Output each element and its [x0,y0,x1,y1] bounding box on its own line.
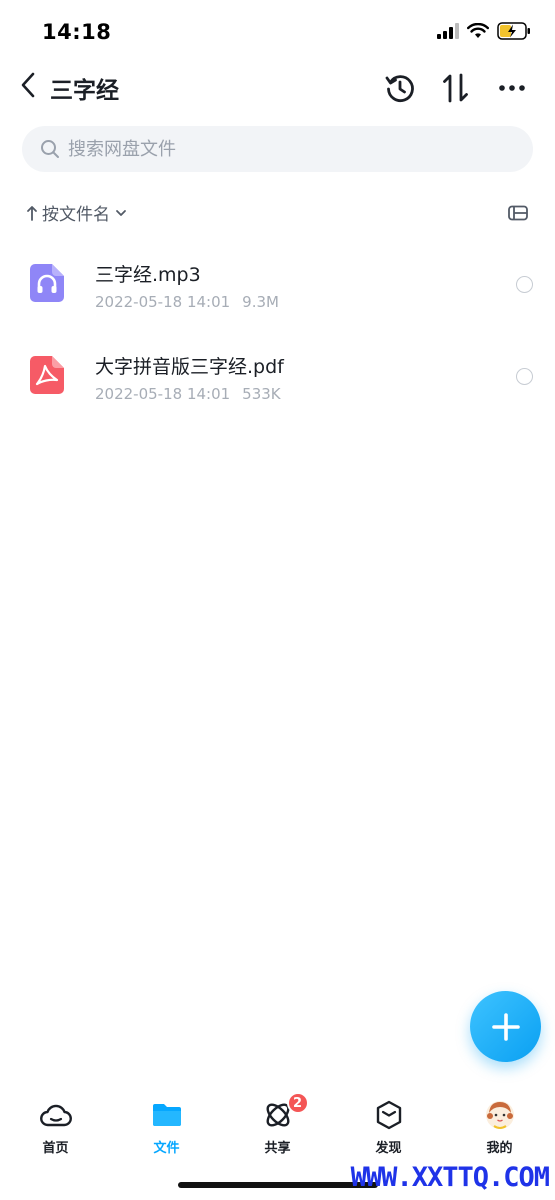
history-icon [385,75,414,102]
home-indicator[interactable] [178,1182,378,1188]
wifi-icon [467,23,489,38]
file-size: 9.3M [242,293,279,311]
sort-row: 按文件名 [0,198,555,228]
select-checkbox[interactable] [516,368,533,385]
header: 三字经 [0,62,555,112]
tab-share[interactable]: 2 共享 [222,1090,333,1170]
tab-home[interactable]: 首页 [0,1090,111,1170]
status-bar: 14:18 [0,0,555,62]
more-button[interactable] [494,70,530,106]
file-name: 大字拼音版三字经.pdf [95,356,284,378]
tab-discover[interactable]: 发现 [333,1090,444,1170]
add-button[interactable] [470,991,541,1062]
chevron-left-icon [21,72,35,98]
cube-icon [376,1100,401,1130]
back-button[interactable] [14,70,42,100]
arrow-up-icon [27,205,37,221]
status-time: 14:18 [42,20,112,44]
avatar [485,1101,514,1129]
signal-icon [437,23,459,39]
folder-icon [152,1104,181,1126]
file-name: 三字经.mp3 [95,264,201,286]
list-view-icon [508,205,528,221]
file-row[interactable]: 三字经.mp3 2022-05-18 14:01 9.3M [0,240,555,332]
plus-icon [491,1012,520,1041]
tab-files[interactable]: 文件 [111,1090,222,1170]
bottom-tab-bar: 首页 文件 2 共享 发现 我的 [0,1090,555,1170]
select-checkbox[interactable] [516,276,533,293]
tab-me[interactable]: 我的 [444,1090,555,1170]
battery-icon [497,22,530,40]
tab-label: 发现 [375,1141,402,1156]
file-row[interactable]: 大字拼音版三字经.pdf 2022-05-18 14:01 533K [0,332,555,424]
file-size: 533K [242,385,281,403]
chevron-down-icon [116,209,126,216]
more-dots-icon [499,85,525,91]
file-list: 三字经.mp3 2022-05-18 14:01 9.3M 大字拼音版三字经.pd… [0,240,555,424]
notification-badge: 2 [286,1092,309,1114]
search-bar[interactable] [22,126,533,172]
search-icon [41,140,59,158]
pdf-file-icon [30,356,64,394]
tab-label: 文件 [153,1141,180,1156]
file-date: 2022-05-18 14:01 [95,385,231,403]
file-date: 2022-05-18 14:01 [95,293,231,311]
file-meta: 2022-05-18 14:01 9.3M [95,293,279,311]
search-input[interactable] [68,138,488,160]
tab-label: 我的 [486,1141,513,1156]
transfer-arrows-icon [443,73,468,103]
watermark-text: WWW.XXTTQ.COM [350,1162,550,1193]
transfer-button[interactable] [438,70,474,106]
cloud-icon [39,1104,72,1127]
audio-file-icon [30,264,64,302]
sort-label: 按文件名 [42,205,110,225]
history-button[interactable] [382,70,418,106]
status-icons [437,22,531,40]
file-meta: 2022-05-18 14:01 533K [95,385,281,403]
view-mode-toggle[interactable] [507,202,529,224]
tab-label: 共享 [264,1141,291,1156]
tab-label: 首页 [42,1141,69,1156]
sort-button[interactable]: 按文件名 [26,200,128,225]
page-title: 三字经 [50,78,119,104]
